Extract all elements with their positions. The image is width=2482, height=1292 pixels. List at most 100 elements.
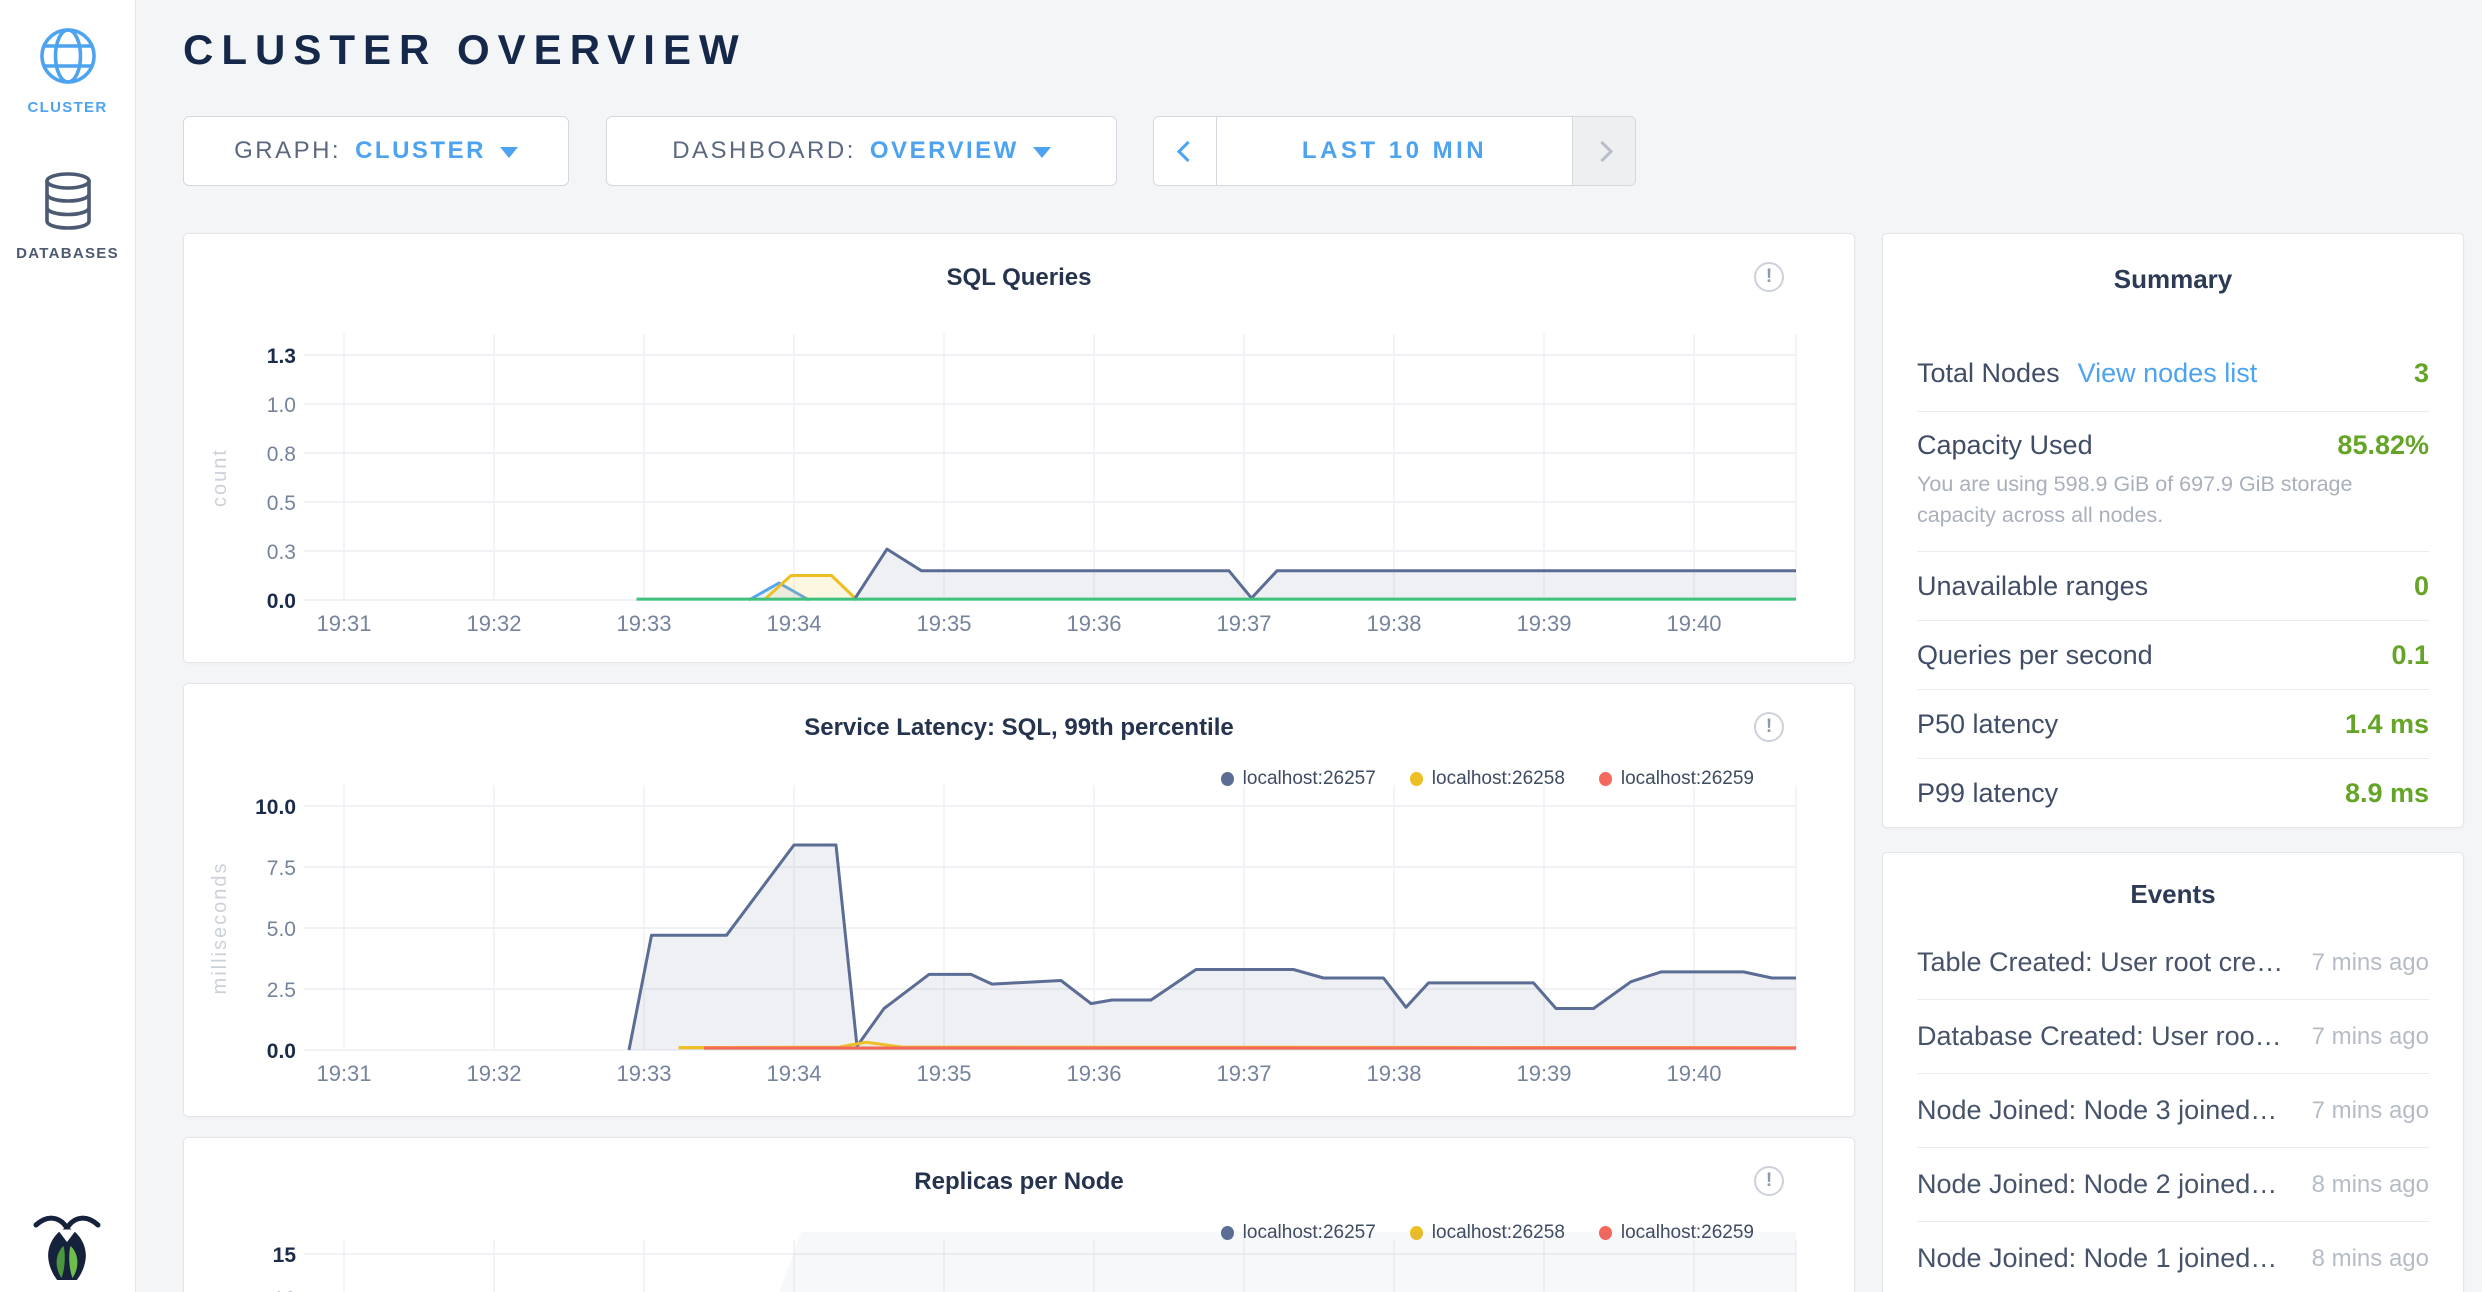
chevron-down-icon	[1033, 147, 1051, 158]
event-row: Table Created: User root cre… 7 mins ago	[1917, 926, 2429, 1000]
event-row: Node Joined: Node 2 joined… 8 mins ago	[1917, 1148, 2429, 1222]
replicas-per-node-card: Replicas per Node localhost:26257localho…	[183, 1137, 1855, 1292]
series-area	[697, 1232, 1797, 1292]
summary-row-label: P50 latency	[1917, 709, 2058, 740]
time-range-button[interactable]: LAST 10 MIN	[1216, 117, 1573, 185]
event-text: Node Joined: Node 3 joined…	[1917, 1095, 2277, 1126]
summary-panel: Summary Total Nodes View nodes list 3 Ca…	[1882, 233, 2464, 828]
series-area	[854, 549, 1796, 600]
sql-queries-chart-plot[interactable]: 0.00.30.50.81.01.319:3119:3219:3319:3419…	[184, 234, 1854, 662]
sidebar: CLUSTER DATABASES	[0, 0, 136, 1292]
summary-row-queries-per-second: Queries per second 0.1	[1917, 620, 2429, 689]
summary-row-value: 85.82%	[2337, 430, 2429, 461]
x-axis-tick-label: 19:36	[1066, 1061, 1121, 1086]
app-root: CLUSTER DATABASES CLUSTER OVERV	[0, 0, 2482, 1292]
sidebar-item-cluster[interactable]: CLUSTER	[0, 24, 135, 116]
replicas-chart-plot[interactable]: 1510	[184, 1138, 1854, 1292]
y-axis-tick-label: 5.0	[267, 918, 296, 941]
service-latency-chart-plot[interactable]: 0.02.55.07.510.019:3119:3219:3319:3419:3…	[184, 684, 1854, 1116]
event-text: Database Created: User roo…	[1917, 1021, 2282, 1052]
cockroach-logo	[31, 1208, 103, 1280]
dashboard-dropdown[interactable]: DASHBOARD: OVERVIEW	[606, 116, 1117, 186]
x-axis-tick-label: 19:33	[616, 611, 671, 636]
x-axis-tick-label: 19:35	[916, 1061, 971, 1086]
graph-dropdown[interactable]: GRAPH: CLUSTER	[183, 116, 569, 186]
x-axis-tick-label: 19:40	[1666, 1061, 1721, 1086]
chevron-right-icon	[1591, 140, 1612, 161]
summary-row-p50-latency: P50 latency 1.4 ms	[1917, 689, 2429, 758]
x-axis-tick-label: 19:32	[466, 611, 521, 636]
x-axis-tick-label: 19:32	[466, 1061, 521, 1086]
x-axis-tick-label: 19:35	[916, 611, 971, 636]
sidebar-item-label: DATABASES	[0, 245, 135, 262]
event-time: 7 mins ago	[2292, 1097, 2429, 1125]
x-axis-tick-label: 19:38	[1366, 611, 1421, 636]
y-axis-unit-label: milliseconds	[209, 862, 231, 995]
x-axis-tick-label: 19:37	[1216, 1061, 1271, 1086]
y-axis-unit-label: count	[209, 448, 231, 507]
y-axis-tick-label: 2.5	[267, 979, 296, 1002]
summary-row-total-nodes: Total Nodes View nodes list 3	[1917, 335, 2429, 411]
graph-dropdown-value: CLUSTER	[355, 137, 486, 165]
event-text: Table Created: User root cre…	[1917, 947, 2283, 978]
service-latency-card: Service Latency: SQL, 99th percentile lo…	[183, 683, 1855, 1117]
dashboard-dropdown-value: OVERVIEW	[870, 137, 1019, 165]
event-row: Node Joined: Node 1 joined… 8 mins ago	[1917, 1222, 2429, 1292]
x-axis-tick-label: 19:37	[1216, 611, 1271, 636]
summary-row-label: Queries per second	[1917, 640, 2153, 671]
x-axis-tick-label: 19:34	[766, 611, 821, 636]
graph-dropdown-label: GRAPH:	[234, 137, 341, 165]
summary-row-p99-latency: P99 latency 8.9 ms	[1917, 758, 2429, 827]
sql-queries-card: SQL Queries 0.00.30.50.81.01.319:3119:32…	[183, 233, 1855, 663]
summary-title: Summary	[1883, 234, 2463, 295]
sidebar-item-label: CLUSTER	[0, 99, 135, 116]
x-axis-tick-label: 19:31	[316, 1061, 371, 1086]
dashboard-dropdown-label: DASHBOARD:	[672, 137, 856, 165]
event-text: Node Joined: Node 2 joined…	[1917, 1169, 2277, 1200]
y-axis-tick-label: 0.8	[267, 443, 296, 466]
event-text: Node Joined: Node 1 joined…	[1917, 1243, 2277, 1274]
page-title: CLUSTER OVERVIEW	[183, 26, 747, 74]
event-time: 7 mins ago	[2292, 1023, 2429, 1051]
time-next-button[interactable]	[1573, 117, 1635, 185]
events-title: Events	[1883, 853, 2463, 910]
view-nodes-list-link[interactable]: View nodes list	[2078, 358, 2258, 389]
summary-row-value: 3	[2414, 358, 2429, 389]
chevron-down-icon	[500, 147, 518, 158]
y-axis-tick-label: 1.3	[267, 345, 296, 368]
y-axis-tick-label: 7.5	[267, 857, 296, 880]
y-axis-tick-label: 0.3	[267, 541, 296, 564]
sidebar-item-databases[interactable]: DATABASES	[0, 172, 135, 262]
globe-icon	[36, 24, 100, 88]
database-icon	[41, 172, 95, 230]
summary-row-label: P99 latency	[1917, 778, 2058, 809]
summary-row-value: 0	[2414, 571, 2429, 602]
x-axis-tick-label: 19:31	[316, 611, 371, 636]
y-axis-tick-label: 1.0	[267, 394, 296, 417]
series-area	[629, 845, 1796, 1050]
y-axis-tick-label: 10.0	[255, 796, 296, 819]
chevron-left-icon	[1176, 140, 1197, 161]
events-body: Table Created: User root cre… 7 mins ago…	[1883, 926, 2463, 1292]
y-axis-tick-label: 0.0	[267, 590, 296, 613]
event-row: Node Joined: Node 3 joined… 7 mins ago	[1917, 1074, 2429, 1148]
events-panel: Events Table Created: User root cre… 7 m…	[1882, 852, 2464, 1292]
summary-row-value: 1.4 ms	[2345, 709, 2429, 740]
summary-row-value: 0.1	[2391, 640, 2429, 671]
x-axis-tick-label: 19:33	[616, 1061, 671, 1086]
event-time: 8 mins ago	[2292, 1245, 2429, 1273]
summary-body: Total Nodes View nodes list 3 Capacity U…	[1883, 335, 2463, 827]
summary-row-capacity: Capacity Used 85.82% You are using 598.9…	[1917, 411, 2429, 551]
summary-row-label: Unavailable ranges	[1917, 571, 2148, 602]
y-axis-tick-label: 10	[273, 1288, 296, 1292]
x-axis-tick-label: 19:38	[1366, 1061, 1421, 1086]
y-axis-tick-label: 0.0	[267, 1040, 296, 1063]
time-range-selector: LAST 10 MIN	[1153, 116, 1636, 186]
time-prev-button[interactable]	[1154, 117, 1216, 185]
x-axis-tick-label: 19:36	[1066, 611, 1121, 636]
summary-row-label: Total Nodes	[1917, 358, 2060, 389]
event-time: 8 mins ago	[2292, 1171, 2429, 1199]
summary-row-value: 8.9 ms	[2345, 778, 2429, 809]
summary-row-unavailable-ranges: Unavailable ranges 0	[1917, 551, 2429, 620]
event-time: 7 mins ago	[2292, 949, 2429, 977]
